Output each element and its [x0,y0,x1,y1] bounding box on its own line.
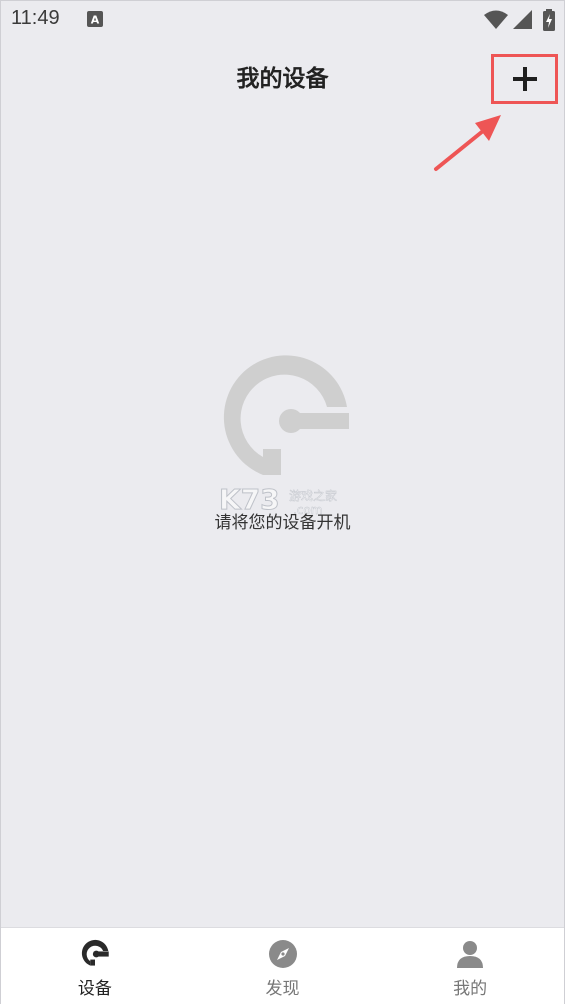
tab-label: 我的 [453,979,488,999]
page-title: 我的设备 [236,66,329,92]
tab-label: 设备 [77,979,112,999]
red-arrow-icon [434,115,501,171]
device-logo-icon [79,938,111,970]
status-bar: 11:49 A [1,1,564,41]
battery-charging-icon [543,9,555,31]
wifi-icon [484,10,508,29]
user-icon [454,938,486,970]
tab-discover[interactable]: 发现 [189,928,377,1004]
text-a-icon: A [87,11,103,27]
signal-icon [513,10,532,29]
add-device-button[interactable] [491,54,558,104]
tab-label: 发现 [265,979,300,999]
tab-devices[interactable]: 设备 [1,928,189,1004]
empty-state-message: 请将您的设备开机 [214,513,351,533]
plus-icon [512,67,537,91]
watermark-line1: 游戏之家 [289,489,338,503]
status-time: 11:49 [11,7,60,29]
bottom-tab-bar: 设备 发现 我的 [1,927,564,1004]
compass-icon [267,938,299,970]
device-logo-icon [223,355,349,475]
svg-text:A: A [91,14,100,27]
tab-me[interactable]: 我的 [376,928,564,1004]
